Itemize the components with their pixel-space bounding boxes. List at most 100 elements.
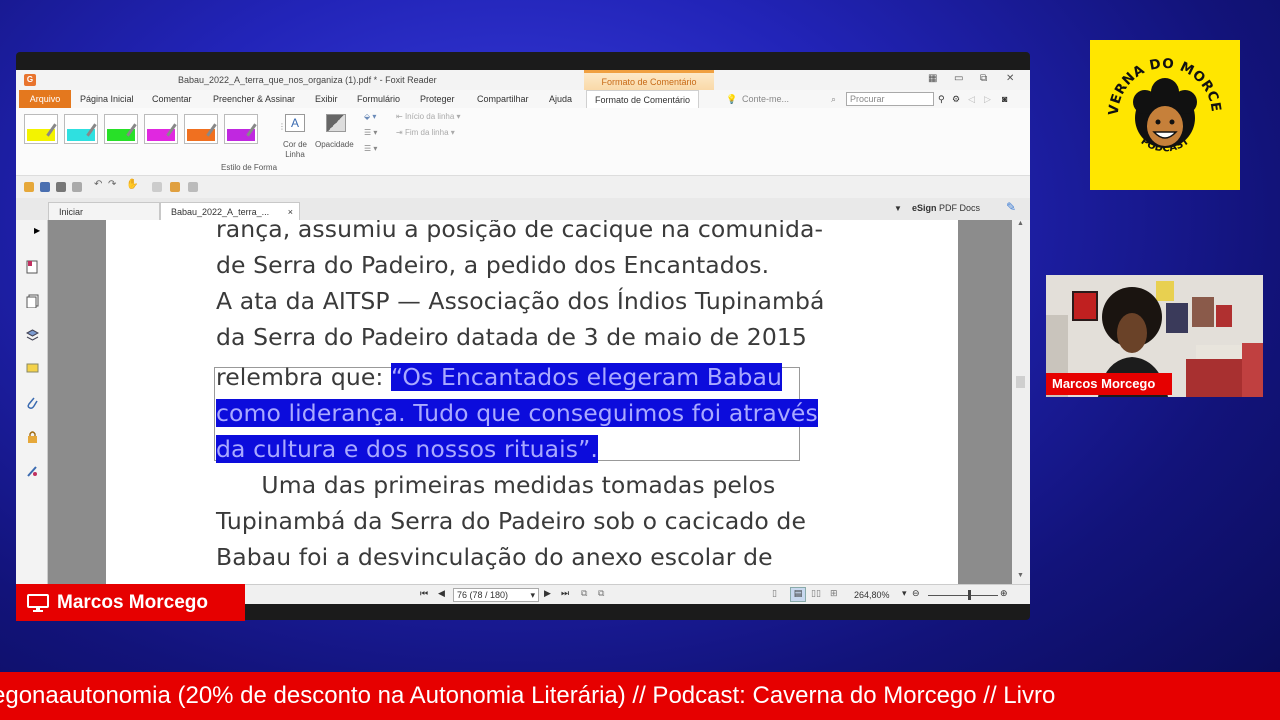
zoom-slider-knob[interactable]: [968, 590, 971, 600]
print-icon[interactable]: [56, 182, 66, 192]
save-icon[interactable]: [40, 182, 50, 192]
ribbon-panel: ⋮ A Cor de Linha Opacidade ⬙ ▾ ☰ ▾ ☰ ▾ ⇤…: [16, 108, 1030, 176]
highlighted-quote-line[interactable]: da cultura e dos nossos rituais”.: [216, 435, 598, 463]
tab-document[interactable]: Babau_2022_A_terra_... ×: [160, 202, 300, 220]
restore-icon[interactable]: ⧉: [980, 73, 987, 84]
pdf-page[interactable]: rança, assumiu a posição de cacique na c…: [106, 220, 958, 584]
color-swatch[interactable]: [184, 114, 218, 144]
highlighted-quote-line[interactable]: como liderança. Tudo que conseguimos foi…: [216, 399, 818, 427]
menu-arquivo[interactable]: Arquivo: [19, 90, 71, 108]
opacity-label[interactable]: Opacidade: [315, 140, 354, 149]
line-color-label[interactable]: Cor de Linha: [279, 140, 311, 160]
text-line: Uma das primeiras medidas tomadas pelos: [216, 471, 776, 499]
page-number-input[interactable]: 76 (78 / 180) ▾: [453, 588, 539, 602]
webcam-nameplate: Marcos Morcego: [1046, 373, 1172, 395]
bookmark-icon[interactable]: [26, 260, 39, 274]
undo-icon[interactable]: ↶: [94, 179, 102, 190]
search-input[interactable]: Procurar: [846, 92, 934, 106]
foxit-app-icon[interactable]: G: [24, 74, 36, 86]
continuous-facing-icon[interactable]: ⊞: [830, 588, 838, 599]
zoom-slider[interactable]: [928, 595, 998, 596]
text-line: rança, assumiu a posição de cacique na c…: [216, 220, 824, 243]
menu-preencher-assinar[interactable]: Preencher & Assinar: [213, 94, 295, 104]
color-swatch[interactable]: [24, 114, 58, 144]
close-icon[interactable]: ✕: [1006, 73, 1014, 84]
fill-icon[interactable]: ⬙ ▾: [364, 112, 376, 121]
menu-formulario[interactable]: Formulário: [357, 94, 400, 104]
tell-me-input[interactable]: Conte-me...: [742, 94, 789, 104]
user-icon[interactable]: ◙: [1002, 94, 1007, 104]
zoom-menu-icon[interactable]: ▾: [902, 588, 907, 599]
zoom-out-icon[interactable]: ⊖: [912, 588, 920, 599]
typewriter-icon[interactable]: [170, 182, 180, 192]
esign-link[interactable]: eSign PDF Docs: [912, 203, 980, 213]
line-style-icon[interactable]: ☰ ▾: [364, 128, 377, 137]
tab-formato-comentario[interactable]: Formato de Comentário: [586, 90, 700, 108]
text-line: A ata da AITSP — Associação dos Índios T…: [216, 287, 825, 315]
expand-panel-icon[interactable]: ▶: [34, 226, 40, 235]
color-swatch[interactable]: [104, 114, 138, 144]
forward-icon[interactable]: ▷: [984, 94, 991, 105]
color-swatch[interactable]: [224, 114, 258, 144]
select-text-icon[interactable]: [152, 182, 162, 192]
more-tools-icon[interactable]: [188, 182, 198, 192]
pages-icon[interactable]: [26, 294, 39, 308]
hand-tool-icon[interactable]: ✋: [126, 179, 138, 190]
menu-exibir[interactable]: Exibir: [315, 94, 338, 104]
document-tabs: Iniciar Babau_2022_A_terra_... × ▼ eSign…: [16, 198, 1030, 220]
search-icon[interactable]: ⚲: [938, 94, 945, 105]
title-bar: G Babau_2022_A_terra_que_nos_organiza (1…: [16, 70, 1030, 90]
layers-icon[interactable]: [26, 328, 39, 342]
zoom-in-icon[interactable]: ⊕: [1000, 588, 1008, 599]
comments-icon[interactable]: [26, 362, 39, 376]
shape-style-group-label: Estilo de Forma: [221, 163, 278, 172]
attachment-icon[interactable]: [26, 396, 39, 410]
line-color-icon[interactable]: A: [285, 114, 305, 132]
lock-icon[interactable]: [26, 430, 39, 444]
context-tab-title: Formato de Comentário: [584, 70, 714, 90]
signature-icon[interactable]: [26, 464, 39, 478]
scroll-up-icon[interactable]: ▲: [1017, 220, 1024, 227]
grid-icon[interactable]: ▦: [928, 73, 937, 84]
zoom-level[interactable]: 264,80%: [854, 590, 890, 600]
menu-proteger[interactable]: Proteger: [420, 94, 455, 104]
previous-view-icon[interactable]: ⧉: [581, 588, 587, 599]
opacity-icon[interactable]: [326, 114, 346, 132]
menu-pagina-inicial[interactable]: Página Inicial: [80, 94, 134, 104]
settings-icon[interactable]: ⚙: [952, 94, 960, 105]
next-page-icon[interactable]: ▶: [544, 588, 551, 599]
prev-page-icon[interactable]: ◀: [438, 588, 445, 599]
next-view-icon[interactable]: ⧉: [598, 588, 604, 599]
line-end-option[interactable]: ⇥ Fim da linha ▾: [396, 128, 455, 137]
find-icon[interactable]: ⌕: [831, 94, 836, 105]
facing-icon[interactable]: ▯▯: [811, 588, 821, 599]
menu-compartilhar[interactable]: Compartilhar: [477, 94, 529, 104]
color-swatch[interactable]: [144, 114, 178, 144]
redo-icon[interactable]: ↷: [108, 179, 116, 190]
line-start-option[interactable]: ⇤ Início da linha ▾: [396, 112, 461, 121]
highlighted-quote-line[interactable]: relembra que: “Os Encantados elegeram Ba…: [216, 363, 783, 391]
single-page-icon[interactable]: ▯: [772, 588, 777, 599]
pen-icon[interactable]: ✎: [1006, 200, 1016, 214]
news-ticker: egonaautonomia (20% de desconto na Auton…: [0, 672, 1280, 720]
back-icon[interactable]: ◁: [968, 94, 975, 105]
vertical-scrollbar[interactable]: ▲ ▼: [1012, 220, 1030, 584]
line-width-icon[interactable]: ☰ ▾: [364, 144, 377, 153]
ticker-text: egonaautonomia (20% de desconto na Auton…: [0, 682, 1056, 709]
podcast-logo: CAVERNA DO MORCEGO PODCAST: [1090, 40, 1240, 190]
last-page-icon[interactable]: ⏭: [561, 588, 569, 599]
first-page-icon[interactable]: ⏮: [420, 588, 428, 599]
color-swatch[interactable]: [64, 114, 98, 144]
tab-iniciar[interactable]: Iniciar: [48, 202, 160, 220]
scroll-down-icon[interactable]: ▼: [1017, 572, 1024, 579]
open-icon[interactable]: [24, 182, 34, 192]
continuous-page-icon[interactable]: ▤: [790, 587, 806, 602]
menu-comentar[interactable]: Comentar: [152, 94, 192, 104]
tab-close-icon[interactable]: ×: [288, 207, 293, 217]
scroll-thumb[interactable]: [1016, 376, 1025, 388]
tab-list-icon[interactable]: ▼: [894, 204, 902, 213]
menu-ajuda[interactable]: Ajuda: [549, 94, 572, 104]
scan-icon[interactable]: [72, 182, 82, 192]
document-viewer[interactable]: rança, assumiu a posição de cacique na c…: [48, 220, 1012, 584]
minimize-icon[interactable]: ▭: [954, 73, 963, 84]
